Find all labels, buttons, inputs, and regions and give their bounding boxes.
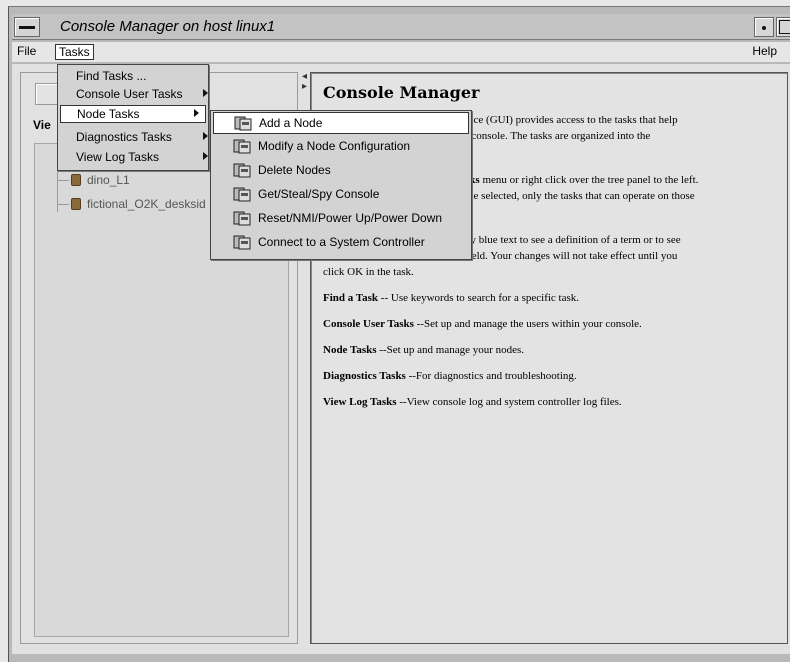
menu-item-console-user-tasks[interactable]: Console User Tasks [76, 86, 208, 104]
help-diagnostics-tasks: Diagnostics Tasks --For diagnostics and … [323, 369, 577, 384]
help-text-line: ny blue text to see a definition of a te… [465, 234, 681, 246]
submenu-item-label: Get/Steal/Spy Console [258, 187, 380, 201]
help-text-line: field. Your changes will not take effect… [465, 250, 678, 262]
menu-item-label: View Log Tasks [76, 150, 159, 164]
help-text-line: sks menu or right click over the tree pa… [465, 173, 698, 188]
task-icon [233, 187, 251, 202]
help-text-span: --Set up and manage your nodes. [376, 344, 525, 356]
submenu-item-label: Modify a Node Configuration [258, 139, 411, 153]
pane-splitter[interactable]: ◂ ▸ [302, 72, 308, 102]
task-icon [233, 211, 251, 226]
task-icon [233, 139, 251, 154]
help-text-span: -- Use keywords to search for a specific… [378, 292, 580, 304]
task-icon [233, 235, 251, 250]
tree-branch [57, 204, 69, 205]
help-text-line: ree selected, only the tasks that can op… [465, 190, 695, 202]
help-text-line: r console. The tasks are organized into … [465, 130, 651, 142]
help-text-line: click OK in the task. [323, 266, 414, 278]
menu-item-find-tasks[interactable]: Find Tasks ... [76, 68, 146, 86]
help-text-span: menu or right click over the tree panel … [479, 174, 699, 186]
submenu-item-delete-nodes[interactable]: Delete Nodes [213, 160, 469, 182]
tasks-dropdown-menu: Find Tasks ... Console User Tasks Node T… [57, 64, 209, 171]
menu-item-view-log-tasks[interactable]: View Log Tasks [76, 149, 208, 167]
submenu-item-label: Add a Node [259, 116, 323, 130]
maximize-button[interactable] [776, 17, 790, 37]
tree-node-fictional[interactable]: fictional_O2K_desksid [71, 197, 206, 211]
submenu-item-label: Connect to a System Controller [258, 235, 425, 249]
submenu-item-connect-controller[interactable]: Connect to a System Controller [213, 232, 469, 254]
menu-item-diagnostics-tasks[interactable]: Diagnostics Tasks [76, 129, 208, 147]
window-menu-button[interactable] [14, 17, 40, 37]
help-node-tasks: Node Tasks --Set up and manage your node… [323, 343, 524, 358]
tree-node-label: fictional_O2K_desksid [87, 197, 206, 211]
menu-item-label: Console User Tasks [76, 87, 183, 101]
window-menu-icon [19, 26, 35, 29]
menu-item-label: Diagnostics Tasks [76, 130, 172, 144]
title-bar[interactable]: Console Manager on host linux1 [12, 14, 790, 40]
maximize-icon [779, 20, 790, 34]
task-icon [233, 163, 251, 178]
diagnostics-tasks-link[interactable]: Diagnostics Tasks [323, 370, 406, 382]
task-icon [234, 116, 252, 131]
submenu-item-modify-node[interactable]: Modify a Node Configuration [213, 136, 469, 158]
help-text-line: face (GUI) provides access to the tasks … [465, 114, 678, 126]
tree-branch [57, 180, 69, 181]
menu-item-node-tasks[interactable]: Node Tasks [60, 105, 206, 123]
window-title: Console Manager on host linux1 [60, 18, 276, 35]
submenu-arrow-icon [194, 109, 199, 117]
tree-node-dino[interactable]: dino_L1 [71, 173, 130, 187]
console-user-tasks-link[interactable]: Console User Tasks [323, 318, 414, 330]
menu-tasks[interactable]: Tasks [55, 44, 94, 60]
node-tasks-submenu: Add a Node Modify a Node Configuration D… [210, 110, 472, 260]
help-title: Console Manager [323, 83, 480, 102]
help-view-log-tasks: View Log Tasks --View console log and sy… [323, 395, 622, 410]
view-log-tasks-link[interactable]: View Log Tasks [323, 396, 397, 408]
minimize-button[interactable] [754, 17, 774, 37]
node-tasks-link[interactable]: Node Tasks [323, 344, 377, 356]
view-label: Vie [33, 118, 51, 132]
help-text-span: --For diagnostics and troubleshooting. [405, 370, 577, 382]
tree-node-label: dino_L1 [87, 173, 130, 187]
database-icon [71, 174, 81, 186]
help-text-span: --Set up and manage the users within you… [413, 318, 642, 330]
menu-bar: File Tasks Help [12, 42, 790, 62]
menu-help[interactable]: Help [749, 44, 780, 60]
help-text-span: --View console log and system controller… [396, 396, 622, 408]
submenu-arrow-icon [203, 89, 208, 97]
menu-item-label: Node Tasks [77, 107, 140, 121]
menu-file[interactable]: File [14, 44, 39, 60]
help-console-user-tasks: Console User Tasks --Set up and manage t… [323, 317, 642, 332]
collapse-right-icon[interactable]: ▸ [302, 82, 308, 92]
find-task-link[interactable]: Find a Task [323, 292, 378, 304]
database-icon [71, 198, 81, 210]
submenu-item-add-node[interactable]: Add a Node [213, 112, 469, 134]
submenu-arrow-icon [203, 152, 208, 160]
help-find-task: Find a Task -- Use keywords to search fo… [323, 291, 579, 306]
submenu-item-reset-power[interactable]: Reset/NMI/Power Up/Power Down [213, 208, 469, 230]
submenu-arrow-icon [203, 132, 208, 140]
submenu-item-label: Reset/NMI/Power Up/Power Down [258, 211, 443, 225]
submenu-item-label: Delete Nodes [258, 163, 331, 177]
submenu-item-get-steal-spy[interactable]: Get/Steal/Spy Console [213, 184, 469, 206]
minimize-icon [762, 26, 766, 30]
